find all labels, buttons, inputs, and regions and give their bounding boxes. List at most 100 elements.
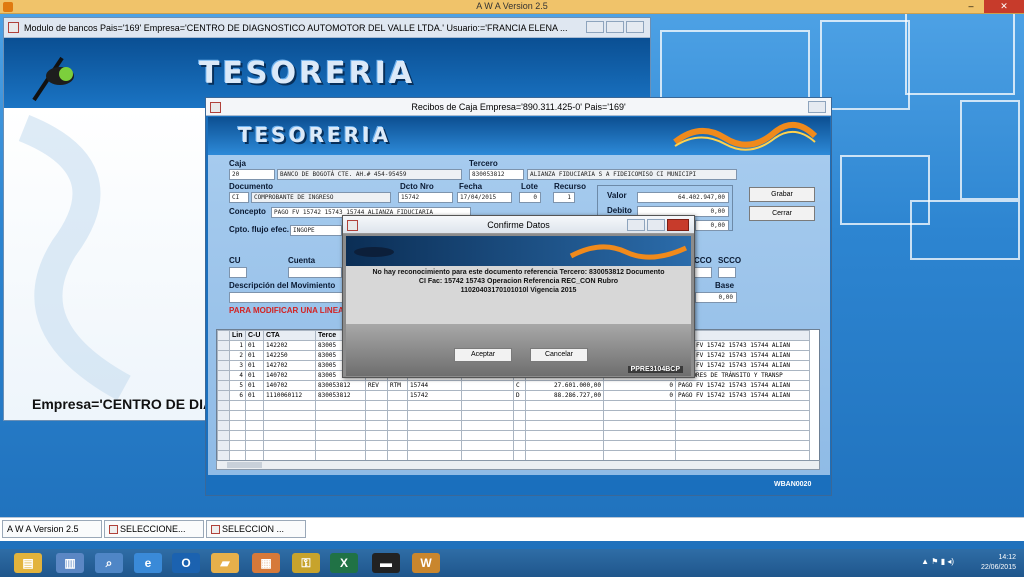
table-cell[interactable] — [315, 450, 366, 461]
table-cell[interactable]: 1 — [229, 340, 246, 351]
document-icon[interactable]: ▥ — [56, 553, 84, 573]
table-row[interactable]: 5 01 140702 830053812 REV RTM 15744 C 27.601.000… — [217, 380, 810, 391]
table-cell[interactable] — [603, 410, 676, 421]
base-field[interactable]: 0,00 — [695, 292, 737, 303]
system-tray[interactable]: ▲ ⚑ ▮ ◂) — [921, 557, 954, 566]
grid-horizontal-scrollbar[interactable] — [216, 460, 820, 470]
key-icon[interactable]: ⚿ — [292, 553, 320, 573]
table-cell[interactable]: 142202 — [263, 340, 316, 351]
table-cell[interactable] — [461, 430, 514, 441]
table-cell[interactable]: 01 — [245, 370, 264, 381]
scco-field[interactable] — [718, 267, 736, 278]
grid-header-cell[interactable]: Lin — [229, 330, 246, 341]
table-cell[interactable]: 2 — [229, 350, 246, 361]
table-row[interactable]: 6 01 1110060112 830053812 15742 D 88.286.727,0… — [217, 390, 810, 401]
row-selector[interactable] — [217, 350, 230, 361]
table-cell[interactable] — [387, 440, 408, 451]
cmd-icon[interactable]: ▬ — [372, 553, 400, 573]
row-selector[interactable] — [217, 370, 230, 381]
caja-code-field[interactable]: 20 — [229, 169, 275, 180]
table-cell[interactable] — [407, 450, 462, 461]
table-cell[interactable]: DEUDORES DE TRÁNSITO Y TRANSP — [675, 370, 810, 381]
table-cell[interactable] — [387, 420, 408, 431]
aceptar-button[interactable]: Aceptar — [454, 348, 512, 362]
dcto-nro-field[interactable]: 15742 — [398, 192, 453, 203]
mdi-task-seleccion[interactable]: SELECCION ... — [206, 520, 306, 538]
table-cell[interactable] — [461, 450, 514, 461]
row-selector[interactable] — [217, 400, 230, 411]
confirme-datos-dialog[interactable]: Confirme Datos No hay reconocimiento par… — [342, 215, 695, 378]
table-cell[interactable]: 01 — [245, 380, 264, 391]
table-cell[interactable] — [525, 450, 604, 461]
tercero-code-field[interactable]: 830053812 — [469, 169, 524, 180]
table-cell[interactable] — [525, 420, 604, 431]
close-button[interactable] — [626, 21, 644, 33]
table-cell[interactable] — [407, 420, 462, 431]
table-cell[interactable] — [315, 440, 366, 451]
table-cell[interactable] — [245, 420, 264, 431]
table-cell[interactable] — [513, 410, 526, 421]
cu-field[interactable] — [229, 267, 247, 278]
table-cell[interactable] — [245, 400, 264, 411]
table-cell[interactable]: 27.601.000,00 — [525, 380, 604, 391]
outlook-icon[interactable]: O — [172, 553, 200, 573]
table-cell[interactable] — [603, 450, 676, 461]
grid-header-cell[interactable]: C-U — [245, 330, 264, 341]
mdi-task-seleccione[interactable]: SELECCIONE... — [104, 520, 204, 538]
table-cell[interactable]: 3 — [229, 360, 246, 371]
table-cell[interactable]: 142702 — [263, 360, 316, 371]
table-cell[interactable]: REV — [365, 380, 388, 391]
table-cell[interactable] — [387, 390, 408, 401]
table-cell[interactable] — [513, 450, 526, 461]
credito-field[interactable]: 0,00 — [695, 220, 729, 231]
table-cell[interactable] — [245, 410, 264, 421]
mdi-task-awa[interactable]: A W A Version 2.5 — [2, 520, 102, 538]
ie-icon[interactable]: e — [134, 553, 162, 573]
table-cell[interactable] — [365, 390, 388, 401]
table-cell[interactable] — [461, 400, 514, 411]
table-cell[interactable] — [407, 400, 462, 411]
table-row[interactable] — [217, 450, 810, 461]
row-selector[interactable] — [217, 440, 230, 451]
fecha-field[interactable]: 17/04/2015 — [457, 192, 512, 203]
table-cell[interactable] — [675, 420, 810, 431]
search-icon[interactable]: ⌕ — [95, 553, 123, 573]
table-cell[interactable] — [263, 410, 316, 421]
row-selector[interactable] — [217, 410, 230, 421]
close-button[interactable]: ✕ — [984, 0, 1024, 13]
awa-icon[interactable]: W — [412, 553, 440, 573]
table-cell[interactable]: 01 — [245, 350, 264, 361]
table-cell[interactable] — [365, 410, 388, 421]
table-cell[interactable] — [365, 430, 388, 441]
row-selector[interactable] — [217, 360, 230, 371]
table-cell[interactable] — [263, 440, 316, 451]
table-cell[interactable] — [407, 430, 462, 441]
table-cell[interactable]: 15742 — [407, 390, 462, 401]
table-cell[interactable]: C — [513, 380, 526, 391]
table-row[interactable] — [217, 420, 810, 431]
close-button[interactable] — [667, 219, 689, 231]
table-cell[interactable] — [525, 410, 604, 421]
table-cell[interactable] — [229, 400, 246, 411]
table-cell[interactable]: 142250 — [263, 350, 316, 361]
table-cell[interactable] — [229, 440, 246, 451]
table-cell[interactable] — [245, 440, 264, 451]
table-cell[interactable] — [229, 450, 246, 461]
table-cell[interactable]: 5 — [229, 380, 246, 391]
scrollbar-thumb[interactable] — [227, 462, 262, 468]
table-cell[interactable] — [513, 400, 526, 411]
table-cell[interactable] — [603, 430, 676, 441]
cco-field[interactable] — [694, 267, 712, 278]
table-cell[interactable] — [675, 430, 810, 441]
table-cell[interactable] — [675, 410, 810, 421]
row-selector[interactable] — [217, 430, 230, 441]
close-button[interactable] — [808, 101, 826, 113]
table-cell[interactable] — [245, 430, 264, 441]
table-cell[interactable] — [675, 440, 810, 451]
table-cell[interactable] — [365, 400, 388, 411]
bancos-window-titlebar[interactable]: Modulo de bancos Pais='169' Empresa='CEN… — [4, 18, 650, 38]
minimize-button[interactable] — [586, 21, 604, 33]
table-cell[interactable] — [407, 410, 462, 421]
table-cell[interactable]: 0 — [603, 390, 676, 401]
cpto-flujo-field[interactable]: INGOPE — [290, 225, 342, 236]
